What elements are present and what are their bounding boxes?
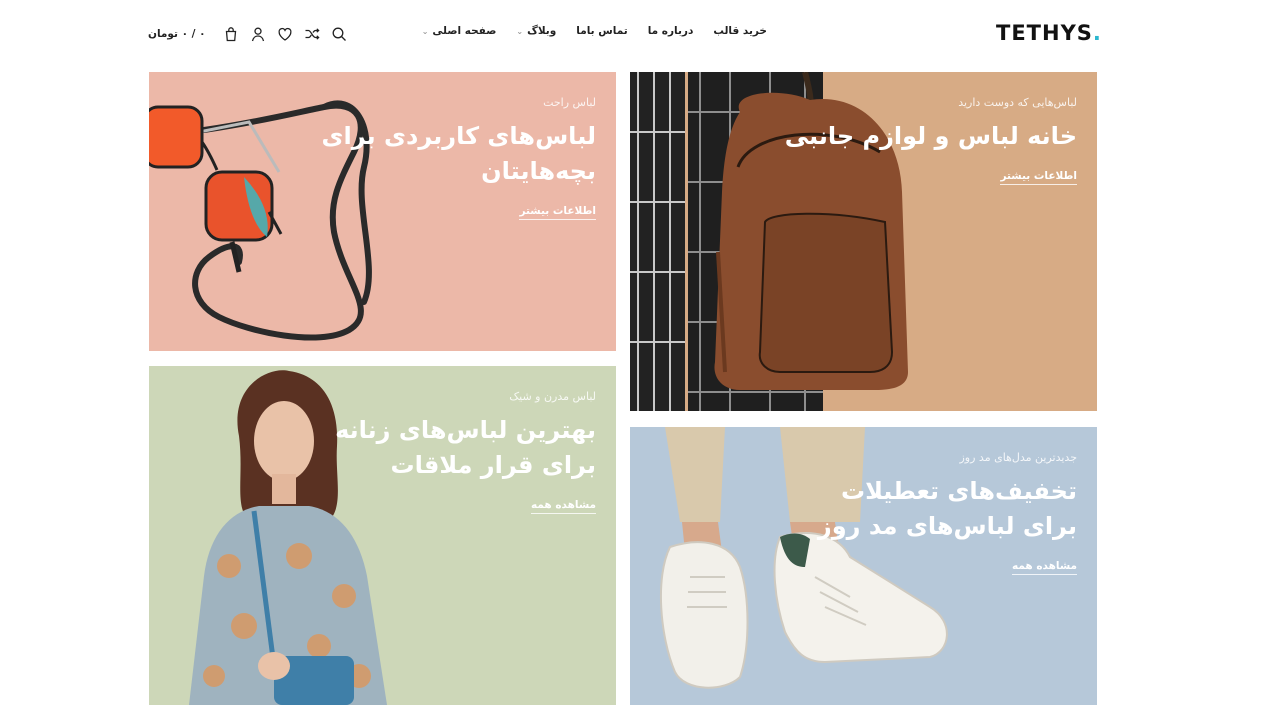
nav-item-home[interactable]: صفحه اصلی ⌄ (422, 25, 497, 37)
banner-link[interactable]: مشاهده همه (1011, 560, 1077, 575)
logo-dot: . (1092, 21, 1102, 45)
site-header: TETHYS. صفحه اصلی ⌄ وبلاگ ⌄ تماس باما در… (0, 0, 1271, 68)
banner-title: خانه لباس و لوازم جانبی (785, 119, 1077, 154)
main-nav: صفحه اصلی ⌄ وبلاگ ⌄ تماس باما درباره ما … (422, 25, 767, 37)
logo-text: TETHYS (996, 21, 1093, 45)
nav-item-label: صفحه اصلی (432, 25, 497, 37)
header-tools: ۰ / ۰ تومان (148, 26, 347, 42)
account-icon[interactable] (250, 26, 266, 42)
banner-title-line: بچه‌هایتان (481, 156, 596, 185)
banner-title-line: برای لباس‌های مد روز (817, 511, 1077, 540)
chevron-down-icon: ⌄ (421, 26, 429, 36)
banner-women[interactable]: لباس مدرن و شیک بهترین لباس‌های زنانه بر… (149, 366, 616, 705)
wishlist-icon[interactable] (277, 26, 293, 42)
nav-item-label: تماس باما (576, 25, 628, 37)
banner-title-line: لباس‌های کاربردی برای (321, 122, 597, 150)
banner-kids[interactable]: لباس راحت لباس‌های کاربردی برای بچه‌هایت… (149, 72, 616, 351)
nav-item-contact[interactable]: تماس باما (576, 25, 627, 37)
banner-title-line: برای قرار ملاقات (390, 450, 597, 479)
cart-total[interactable]: ۰ / ۰ تومان (148, 28, 206, 40)
banner-text: لباس‌هایی که دوست دارید خانه لباس و لواز… (785, 96, 1077, 185)
nav-item-blog[interactable]: وبلاگ ⌄ (516, 25, 556, 37)
banner-sale[interactable]: جدیدترین مدل‌های مد روز تخفیف‌های تعطیلا… (630, 427, 1097, 705)
banner-title-line: بهترین لباس‌های زنانه (335, 416, 596, 444)
banner-subtitle: لباس راحت (543, 96, 596, 109)
compare-icon[interactable] (304, 26, 320, 42)
banner-title: لباس‌های کاربردی برای بچه‌هایتان (322, 119, 597, 189)
banner-text: لباس راحت لباس‌های کاربردی برای بچه‌هایت… (322, 96, 597, 220)
banner-subtitle: لباس‌هایی که دوست دارید (958, 96, 1077, 109)
banner-link[interactable]: مشاهده همه (530, 499, 596, 514)
chevron-down-icon: ⌄ (516, 26, 524, 36)
nav-item-label: درباره ما (647, 25, 694, 37)
banner-text: لباس مدرن و شیک بهترین لباس‌های زنانه بر… (335, 390, 596, 514)
banner-title: بهترین لباس‌های زنانه برای قرار ملاقات (335, 413, 596, 483)
banner-title-line: خانه لباس و لوازم جانبی (784, 122, 1077, 150)
banner-link[interactable]: اطلاعات بیشتر (1000, 170, 1077, 185)
cart-icon[interactable] (223, 26, 239, 42)
search-icon[interactable] (331, 26, 347, 42)
nav-item-buy-theme[interactable]: خرید قالب (713, 25, 767, 37)
banner-text: جدیدترین مدل‌های مد روز تخفیف‌های تعطیلا… (818, 451, 1077, 575)
nav-item-label: وبلاگ (527, 25, 557, 37)
banner-title-line: تخفیف‌های تعطیلات (840, 477, 1077, 505)
banner-link[interactable]: اطلاعات بیشتر (519, 205, 596, 220)
banner-title: تخفیف‌های تعطیلات برای لباس‌های مد روز (818, 474, 1077, 544)
banner-subtitle: لباس مدرن و شیک (509, 390, 596, 403)
nav-item-about[interactable]: درباره ما (648, 25, 694, 37)
site-logo[interactable]: TETHYS. (996, 21, 1102, 45)
banner-subtitle: جدیدترین مدل‌های مد روز (959, 451, 1078, 464)
nav-item-label: خرید قالب (713, 25, 767, 37)
banner-accessories[interactable]: لباس‌هایی که دوست دارید خانه لباس و لواز… (630, 72, 1097, 411)
